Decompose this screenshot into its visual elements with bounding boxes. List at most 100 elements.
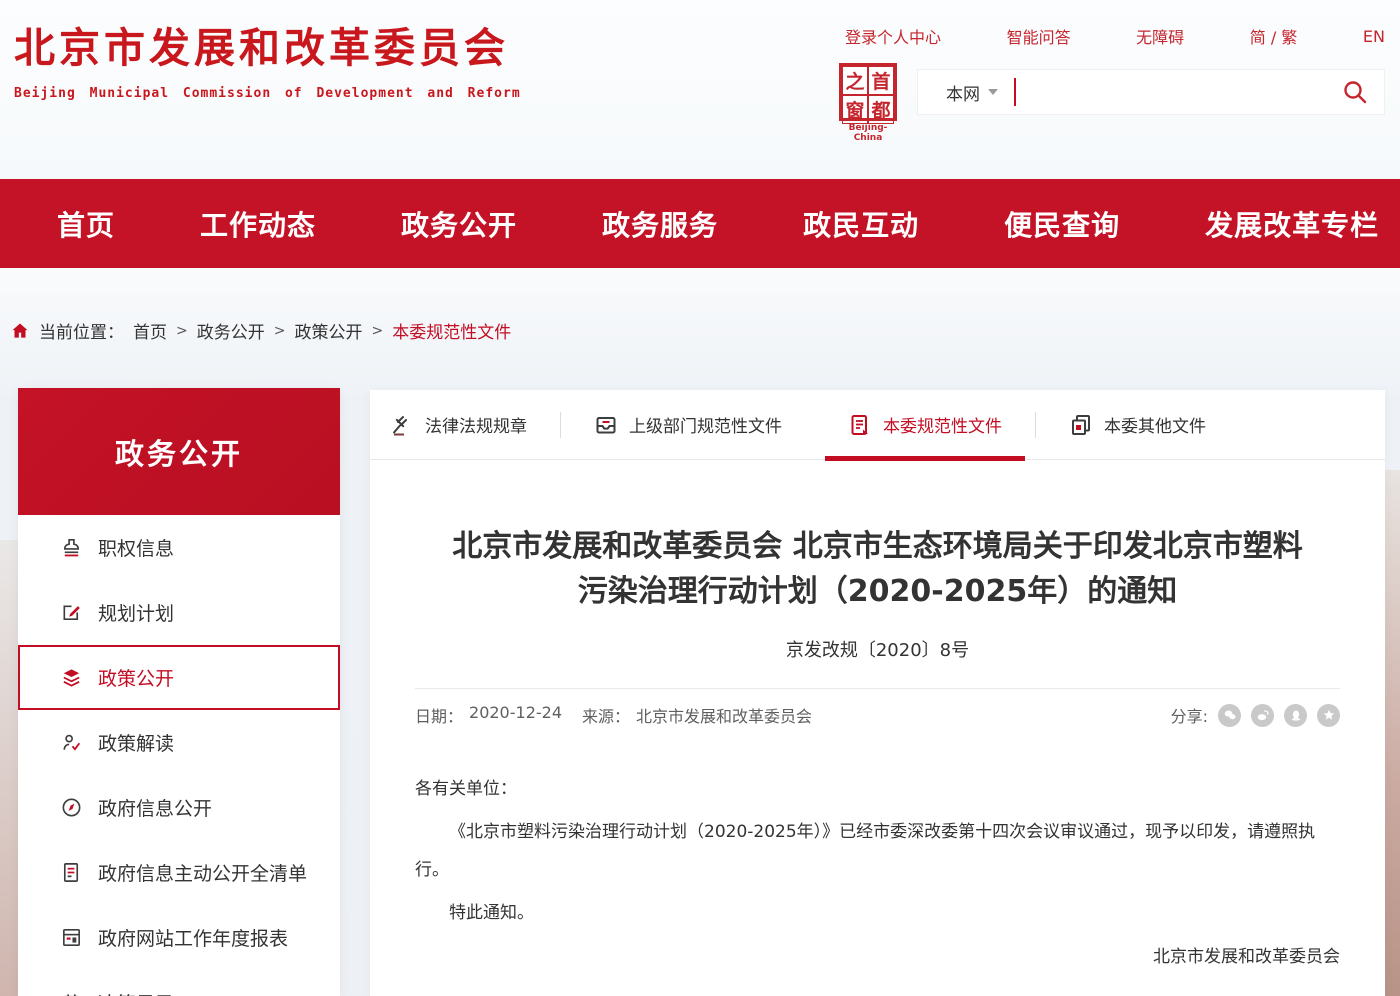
person-check-icon [60, 731, 83, 754]
category-tabs: 法律法规规章 上级部门规范性文件 本委规范性文件 [370, 390, 1385, 460]
breadcrumb-item-gov-disclosure[interactable]: 政务公开 [197, 318, 265, 343]
smart-qa-link[interactable]: 智能问答 [1007, 24, 1071, 48]
inbox-icon [594, 413, 618, 437]
beijing-china-seal[interactable]: 之 首 窗 都 Beijing-China [836, 63, 900, 143]
tab-label: 上级部门规范性文件 [629, 412, 782, 437]
star-icon [1322, 708, 1336, 722]
sidebar-title: 政务公开 [18, 388, 340, 515]
tab-commission-normative-docs[interactable]: 本委规范性文件 [815, 390, 1035, 460]
nav-item-interaction[interactable]: 政民互动 [803, 204, 919, 244]
sidebar-item-website-annual-report[interactable]: 政府网站工作年度报表 [18, 905, 340, 970]
seal-char: 首 [868, 66, 894, 95]
chevron-down-icon [988, 89, 998, 95]
sidebar-item-policy-disclosure[interactable]: 政策公开 [18, 645, 340, 710]
breadcrumb-item-policy-disclosure[interactable]: 政策公开 [294, 318, 362, 343]
english-link[interactable]: EN [1363, 27, 1385, 46]
article: 北京市发展和改革委员会 北京市生态环境局关于印发北京市塑料污染治理行动计划（20… [370, 460, 1385, 976]
pages-icon [1069, 413, 1093, 437]
breadcrumb-separator: > [371, 323, 383, 339]
red-document-icon [848, 413, 872, 437]
nav-item-gov-disclosure[interactable]: 政务公开 [401, 204, 517, 244]
main-content: 法律法规规章 上级部门规范性文件 本委规范性文件 [370, 390, 1385, 996]
seal-grid: 之 首 窗 都 [839, 63, 897, 121]
body-salutation: 各有关单位： [415, 771, 1340, 808]
edit-document-icon [60, 601, 83, 624]
stamp-icon [60, 536, 83, 559]
sidebar-item-label: 决策目录 [98, 989, 174, 996]
accessibility-link[interactable]: 无障碍 [1136, 24, 1184, 48]
share-qq-button[interactable] [1284, 704, 1307, 727]
main-nav: 首页 工作动态 政务公开 政务服务 政民互动 便民查询 发展改革专栏 [0, 179, 1400, 268]
article-meta: 日期： 2020-12-24 来源： 北京市发展和改革委员会 分享: [415, 703, 1340, 727]
search-button[interactable] [1342, 79, 1368, 105]
nav-item-public-query[interactable]: 便民查询 [1004, 204, 1120, 244]
tab-commission-other-docs[interactable]: 本委其他文件 [1036, 390, 1239, 460]
article-source: 北京市发展和改革委员会 [636, 703, 812, 727]
body-signature: 北京市发展和改革委员会 [415, 939, 1340, 976]
site-subtitle: Beijing Municipal Commission of Developm… [14, 86, 521, 101]
top-utility-links: 登录个人中心 智能问答 无障碍 简 / 繁 EN [845, 24, 1385, 48]
breadcrumb: 当前位置： 首页 > 政务公开 > 政策公开 > 本委规范性文件 [10, 318, 511, 343]
search-scope-label: 本网 [946, 80, 980, 105]
seal-caption: Beijing-China [836, 123, 900, 143]
calendar-icon [60, 991, 83, 996]
nav-item-reform-column[interactable]: 发展改革专栏 [1205, 204, 1379, 244]
sidebar-item-label: 政策公开 [98, 664, 174, 691]
search-icon [1342, 79, 1368, 105]
nav-item-work-news[interactable]: 工作动态 [200, 204, 316, 244]
tab-superior-normative-docs[interactable]: 上级部门规范性文件 [561, 390, 815, 460]
sidebar-item-label: 政策解读 [98, 729, 174, 756]
sidebar-item-label: 政府信息公开 [98, 794, 212, 821]
share-wechat-button[interactable] [1218, 704, 1241, 727]
date-label: 日期： [415, 703, 463, 727]
sidebar-item-policy-interpretation[interactable]: 政策解读 [18, 710, 340, 775]
sidebar-item-label: 规划计划 [98, 599, 174, 626]
sidebar-item-label: 职权信息 [98, 534, 174, 561]
article-body: 各有关单位： 《北京市塑料污染治理行动计划（2020-2025年）》已经市委深改… [415, 771, 1340, 976]
tab-label: 法律法规规章 [425, 412, 527, 437]
search-bar: 本网 [917, 69, 1385, 115]
nav-item-gov-services[interactable]: 政务服务 [602, 204, 718, 244]
page: 北京市发展和改革委员会 Beijing Municipal Commission… [0, 0, 1400, 996]
sidebar-item-gov-info-disclosure[interactable]: 政府信息公开 [18, 775, 340, 840]
background-photo-left [0, 540, 18, 996]
tab-label: 本委规范性文件 [883, 412, 1002, 437]
breadcrumb-item-current: 本委规范性文件 [392, 318, 511, 343]
login-link[interactable]: 登录个人中心 [845, 24, 941, 48]
search-scope-dropdown[interactable]: 本网 [946, 80, 998, 105]
breadcrumb-item-home[interactable]: 首页 [133, 318, 167, 343]
sidebar-item-label: 政府信息主动公开全清单 [98, 859, 307, 886]
simplified-traditional-link[interactable]: 简 / 繁 [1250, 24, 1298, 48]
body-paragraph: 《北京市塑料污染治理行动计划（2020-2025年）》已经市委深改委第十四次会议… [415, 814, 1340, 889]
layers-icon [60, 666, 83, 689]
wechat-icon [1223, 708, 1237, 722]
document-lines-icon [60, 861, 83, 884]
site-logo[interactable]: 北京市发展和改革委员会 Beijing Municipal Commission… [14, 14, 521, 101]
article-date: 2020-12-24 [469, 703, 562, 727]
article-meta-left: 日期： 2020-12-24 来源： 北京市发展和改革委员会 [415, 703, 812, 727]
breadcrumb-separator: > [176, 323, 188, 339]
qq-icon [1289, 708, 1303, 722]
sidebar: 政务公开 职权信息 规划计划 政策公开 [18, 388, 340, 996]
nav-item-home[interactable]: 首页 [57, 204, 115, 244]
home-icon[interactable] [10, 321, 30, 341]
sidebar-item-planning[interactable]: 规划计划 [18, 580, 340, 645]
site-title: 北京市发展和改革委员会 [14, 14, 521, 74]
body-paragraph: 特此通知。 [415, 895, 1340, 932]
search-input[interactable] [1016, 72, 1342, 112]
meta-divider [415, 688, 1340, 689]
sidebar-item-authority-info[interactable]: 职权信息 [18, 515, 340, 580]
share-favorite-button[interactable] [1317, 704, 1340, 727]
sidebar-item-decision-catalog[interactable]: 决策目录 [18, 970, 340, 996]
sidebar-item-label: 政府网站工作年度报表 [98, 924, 288, 951]
seal-char: 之 [842, 66, 868, 95]
report-table-icon [60, 926, 83, 949]
share-label: 分享: [1171, 703, 1208, 727]
sidebar-item-proactive-disclosure-list[interactable]: 政府信息主动公开全清单 [18, 840, 340, 905]
seal-char: 都 [868, 95, 894, 124]
share-weibo-button[interactable] [1251, 704, 1274, 727]
tab-laws-regulations[interactable]: 法律法规规章 [390, 390, 560, 460]
breadcrumb-separator: > [274, 323, 286, 339]
weibo-icon [1256, 708, 1270, 722]
tab-label: 本委其他文件 [1104, 412, 1206, 437]
